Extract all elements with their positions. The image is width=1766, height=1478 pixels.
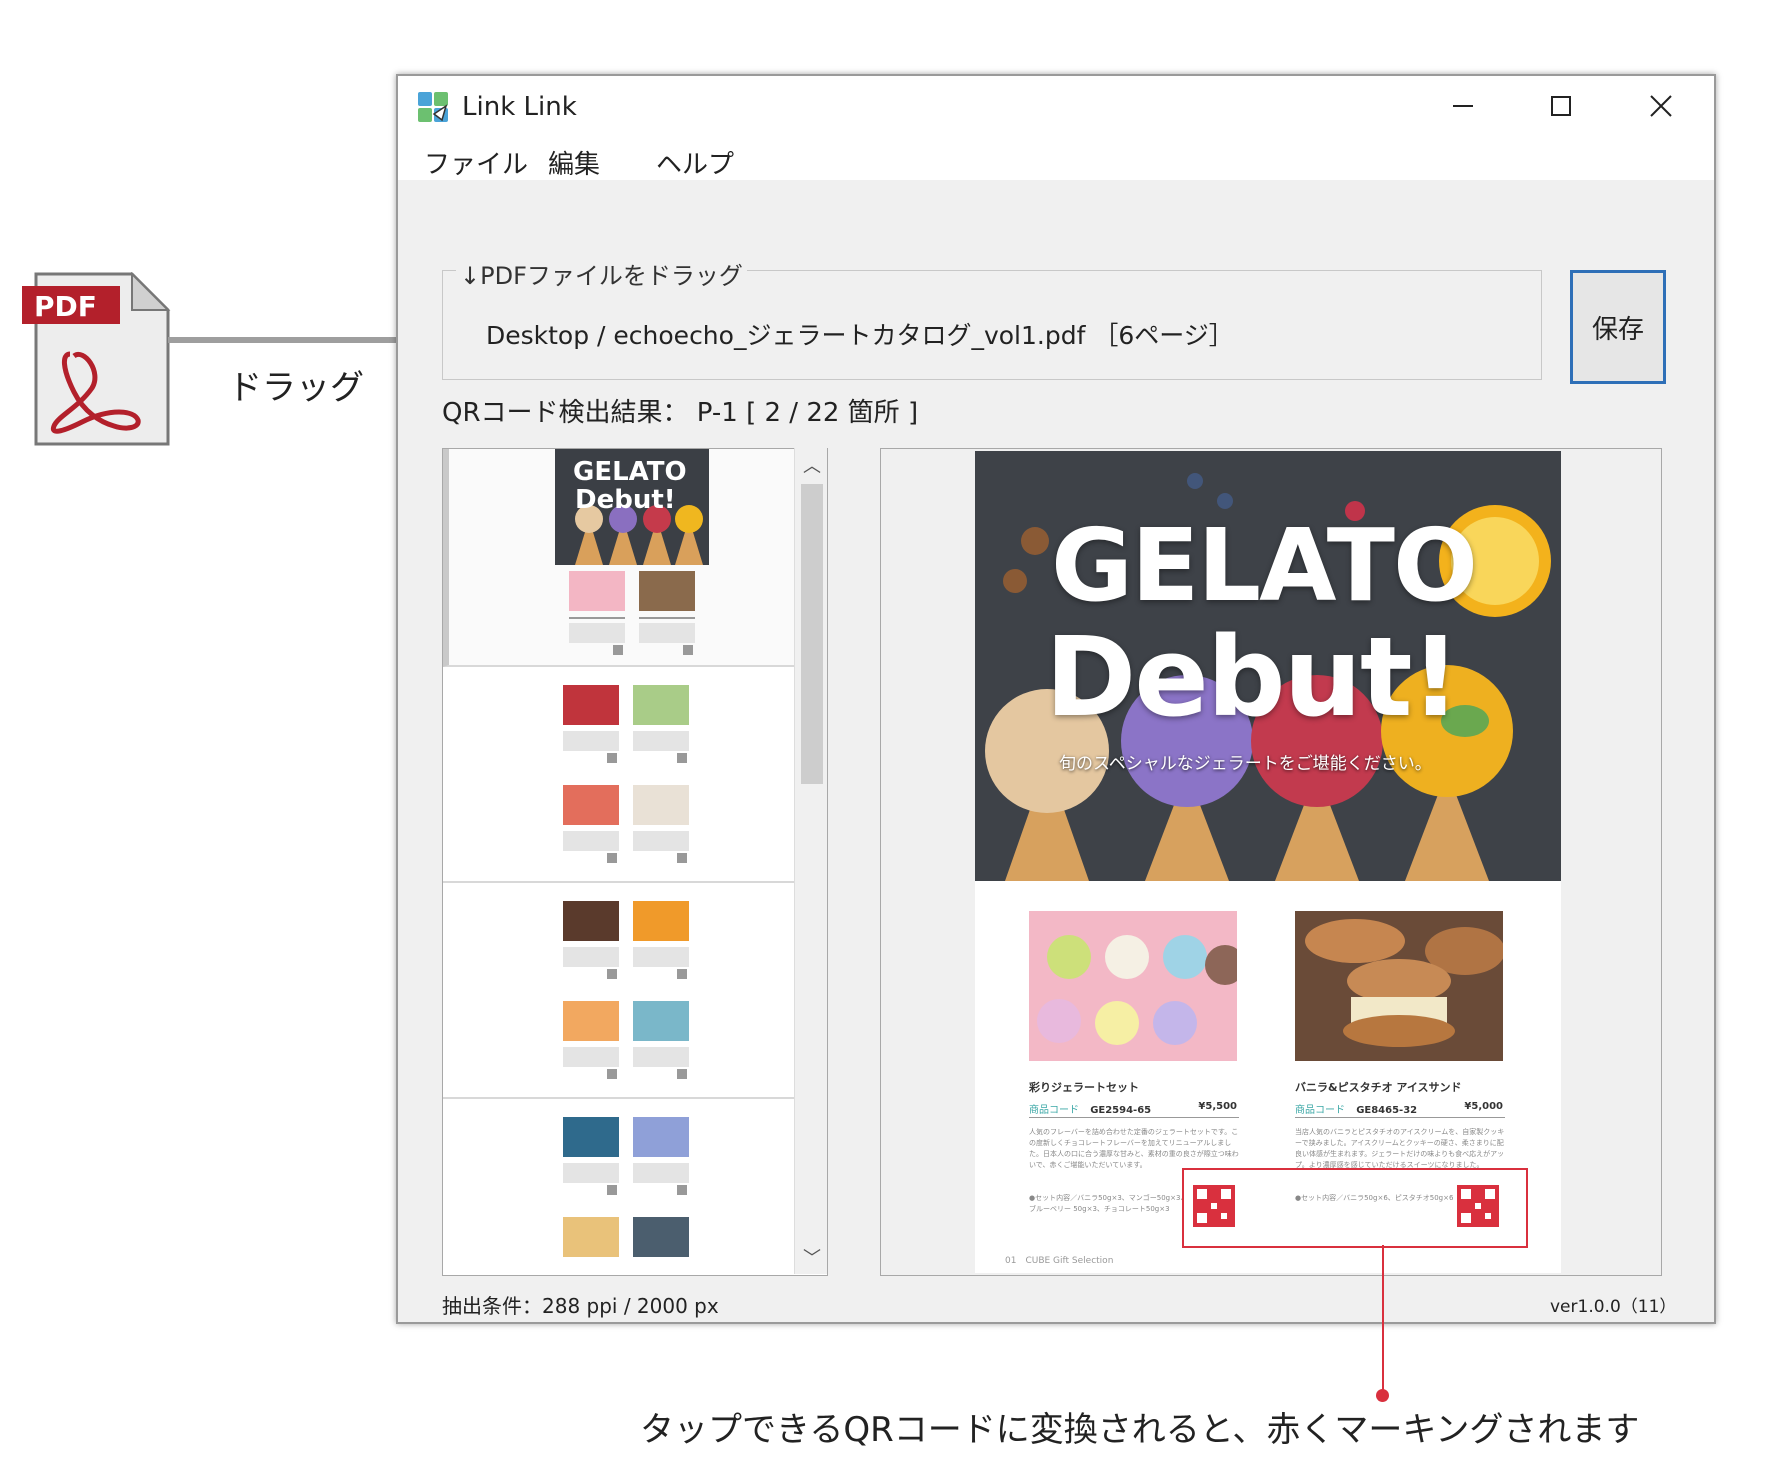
qr-result-label: QRコード検出結果： P-1 [ 2 / 22 箇所 ] [442,398,919,428]
save-button[interactable]: 保存 [1570,270,1666,384]
menu-bar: ファイル 編集 ヘルプ [398,136,1714,180]
app-logo-icon [416,90,450,124]
version-label: ver1.0.0（11） [1550,1297,1677,1317]
minimize-icon [1453,105,1473,107]
page-thumbnail-1[interactable]: GELATO Debut! [443,449,827,667]
close-icon [1650,95,1672,117]
thumb-title-2: Debut! [575,485,676,515]
page-thumbnail-4[interactable] [443,1097,827,1275]
callout-text: タップできるQRコードに変換されると、赤くマーキングされます [640,1410,1640,1450]
scroll-down-icon[interactable]: ﹀ [803,1244,821,1270]
menu-edit[interactable]: 編集 [548,144,600,181]
product-code-label-2: 商品コード [1295,1105,1345,1116]
close-button[interactable] [1612,76,1710,136]
product-price-1: ¥5,500 [1198,1101,1237,1112]
file-path-text: Desktop / echoecho_ジェラートカタログ_vol1.pdf ［6… [486,321,1234,350]
product-name-1: 彩りジェラートセット [1029,1081,1139,1094]
maximize-button[interactable] [1512,76,1610,136]
callout-line [1382,1245,1384,1395]
window-title: Link Link [462,92,577,122]
page-footer: 01 CUBE Gift Selection [1005,1256,1114,1266]
hero-subtitle: 旬のスペシャルなジェラートをご堪能ください。 [1059,754,1432,774]
product-set-1: ●セット内容／バニラ50g×3、マンゴー50g×3、ブルーベリー 50g×3、チ… [1029,1194,1188,1213]
page-preview-panel: GELATO Debut! 旬のスペシャルなジェラートをご堪能ください。 彩りジ… [880,448,1662,1276]
scroll-up-icon[interactable]: ︿ [803,452,821,478]
product-price-2: ¥5,000 [1464,1101,1503,1112]
menu-file[interactable]: ファイル [424,144,528,181]
hero-title-debut: Debut! [1045,613,1461,741]
drag-label: ドラッグ [228,368,364,408]
product-desc-1: 人気のフレーバーを詰め合わせた定番のジェラートセットです。この度新しくチョコレー… [1029,1128,1239,1169]
qr-marking-box [1182,1168,1528,1248]
thumb-title-1: GELATO [573,457,687,487]
callout-dot [1376,1389,1389,1402]
product-image-2 [1295,911,1503,1061]
product-code-row-2: 商品コード GE8465-32 ¥5,000 [1295,1101,1505,1118]
product-name-2: バニラ&ピスタチオ アイスサンド [1295,1081,1462,1094]
app-window: Link Link ファイル 編集 ヘルプ ↓PDFファイルをドラッグ Desk… [396,74,1716,1324]
product-image-1 [1029,911,1237,1061]
page-thumbnail-list[interactable]: GELATO Debut! [442,448,828,1276]
minimize-button[interactable] [1414,76,1512,136]
scroll-thumb[interactable] [801,484,823,784]
drop-area-legend: ↓PDFファイルをドラッグ [456,256,747,291]
pdf-icon-label: PDF [34,290,97,323]
product-code-row-1: 商品コード GE2594-65 ¥5,500 [1029,1101,1239,1118]
product-code-1: GE2594-65 [1090,1105,1152,1116]
menu-help[interactable]: ヘルプ [656,144,734,181]
thumbnail-scrollbar[interactable]: ︿ ﹀ [794,448,827,1274]
title-bar[interactable]: Link Link [398,76,1714,136]
hero-title-gelato: GELATO [1051,507,1478,624]
maximize-icon [1551,96,1571,116]
page-thumbnail-2[interactable] [443,665,827,883]
page-preview: GELATO Debut! 旬のスペシャルなジェラートをご堪能ください。 彩りジ… [975,451,1561,1273]
page-thumbnail-3[interactable] [443,881,827,1099]
product-desc-2: 当店人気のバニラとピスタチオのアイスクリームを、自家製クッキーで挟みました。アイ… [1295,1128,1505,1169]
extraction-conditions: 抽出条件：288 ppi / 2000 px [442,1294,719,1318]
product-code-2: GE8465-32 [1356,1105,1418,1116]
product-code-label-1: 商品コード [1029,1105,1079,1116]
